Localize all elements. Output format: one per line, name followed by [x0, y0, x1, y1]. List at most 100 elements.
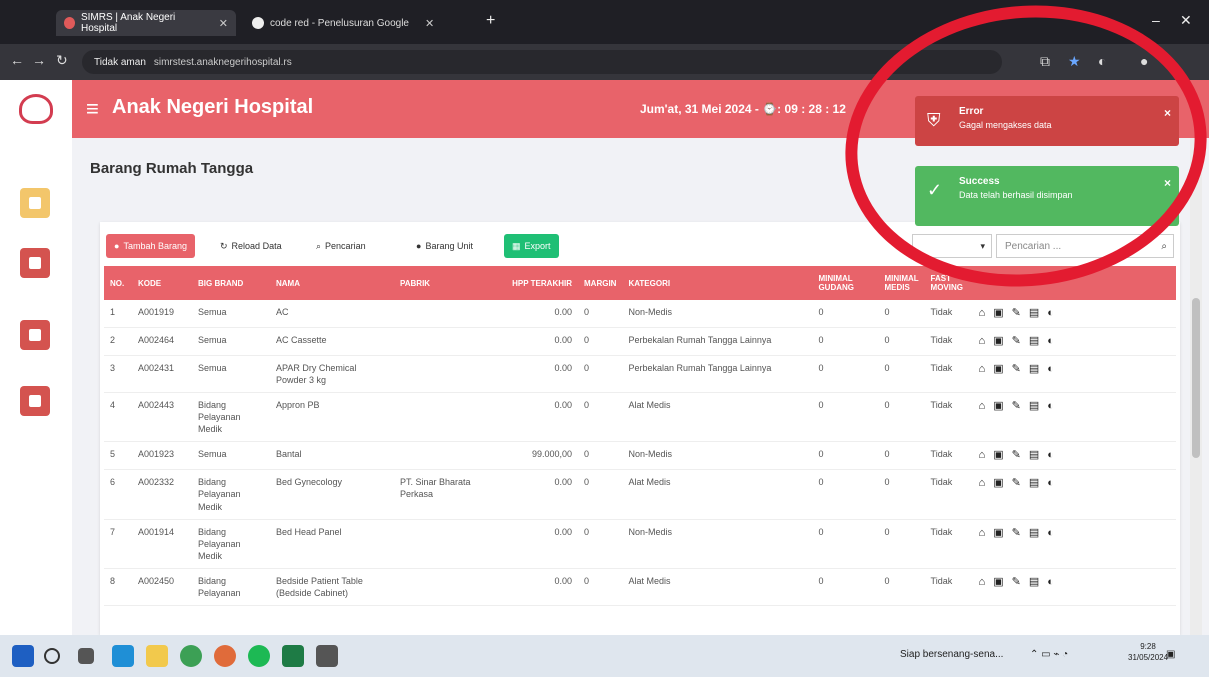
box-icon[interactable]: ▣ — [993, 334, 1003, 349]
table-row[interactable]: 3 A002431 Semua APAR Dry Chemical Powder 3 … — [104, 355, 1176, 393]
cell-nama: APAR Dry Chemical Powder 3 kg — [270, 355, 394, 393]
trash-icon[interactable]: ▤ — [1029, 526, 1039, 541]
item-unit-button[interactable]: ● Barang Unit — [408, 234, 481, 258]
home-icon[interactable]: ⌂ — [979, 399, 986, 414]
table-row[interactable]: 5 A001923 Semua Bantal 99.000,00 0 Non-Medis 0 0… — [104, 441, 1176, 471]
file-explorer-icon[interactable] — [146, 645, 168, 667]
heart-logo-icon — [19, 94, 53, 124]
search-icon[interactable] — [44, 648, 60, 664]
cell-fast-moving: Tidak — [924, 519, 973, 570]
taskbar-clock[interactable]: 9:28 31/05/2024 — [1128, 641, 1168, 663]
toggle-icon[interactable]: ◐ — [1047, 306, 1054, 321]
trash-icon[interactable]: ▤ — [1029, 575, 1039, 590]
edit-icon[interactable]: ✎ — [1012, 526, 1021, 541]
table-row[interactable]: 8 A002450 Bidang Pelayanan Bedside Patient … — [104, 568, 1176, 607]
circle-icon: ● — [416, 241, 422, 251]
menu-toggle-icon[interactable]: ≡ — [86, 96, 99, 122]
scrollbar-thumb[interactable] — [1192, 298, 1200, 458]
clinic-icon[interactable] — [20, 320, 50, 350]
add-item-button[interactable]: ● Tambah Barang — [106, 234, 195, 258]
warehouse-icon[interactable] — [20, 386, 50, 416]
forward-icon[interactable]: → — [32, 52, 46, 68]
cell-kode: A002450 — [132, 568, 192, 607]
start-icon[interactable] — [12, 645, 34, 667]
table-row[interactable]: 1 A001919 Semua AC 0.00 0 Non-Medis 0 0 Tidak ⌂ ▣ ✎ ▤… — [104, 300, 1176, 328]
cell-pabrik — [394, 441, 494, 471]
edit-icon[interactable]: ✎ — [1012, 575, 1021, 590]
trash-icon[interactable]: ▤ — [1029, 334, 1039, 349]
home-icon[interactable]: ⌂ — [979, 306, 986, 321]
box-icon[interactable]: ▣ — [993, 306, 1003, 321]
box-icon[interactable]: ▣ — [993, 448, 1003, 463]
close-window-icon[interactable]: ✕ — [1180, 12, 1192, 29]
home-icon[interactable]: ⌂ — [979, 362, 986, 377]
row-actions: ⌂ ▣ ✎ ▤ ◐ — [972, 300, 1176, 328]
address-bar[interactable]: Tidak aman simrstest.anaknegerihospital.… — [82, 50, 1002, 74]
home-icon[interactable]: ⌂ — [979, 448, 986, 463]
toggle-icon[interactable]: ◐ — [1047, 575, 1054, 590]
table-row[interactable]: 2 A002464 Semua AC Cassette 0.00 0 Perbekalan … — [104, 327, 1176, 356]
box-icon[interactable]: ▣ — [993, 362, 1003, 377]
notifications-icon[interactable]: ▣ — [1166, 649, 1175, 660]
trash-icon[interactable]: ▤ — [1029, 306, 1039, 321]
trash-icon[interactable]: ▤ — [1029, 362, 1039, 377]
home-icon[interactable]: ⌂ — [979, 575, 986, 590]
search-label: Pencarian — [325, 241, 366, 251]
table-row[interactable]: 7 A001914 Bidang Pelayanan Medik Bed Head P… — [104, 519, 1176, 570]
trash-icon[interactable]: ▤ — [1029, 476, 1039, 491]
edit-icon[interactable]: ✎ — [1012, 448, 1021, 463]
table-row[interactable]: 4 A002443 Bidang Pelayanan Medik Appron PB 0… — [104, 392, 1176, 443]
monitor-icon[interactable] — [20, 188, 50, 218]
toggle-icon[interactable]: ◐ — [1047, 448, 1054, 463]
box-icon[interactable]: ▣ — [993, 575, 1003, 590]
home-icon[interactable]: ⌂ — [979, 526, 986, 541]
reload-icon[interactable]: ↻ — [56, 52, 68, 69]
home-icon[interactable]: ⌂ — [979, 476, 986, 491]
toggle-icon[interactable]: ◐ — [1047, 526, 1054, 541]
cell-kategori: Non-Medis — [622, 300, 813, 328]
cell-brand: Bidang Pelayanan — [192, 568, 270, 607]
edge-icon[interactable] — [112, 645, 134, 667]
spotify-icon[interactable] — [248, 645, 270, 667]
minimize-icon[interactable]: – — [1152, 12, 1160, 28]
search-button[interactable]: ⌕ Pencarian — [308, 234, 374, 258]
box-icon[interactable]: ▣ — [993, 526, 1003, 541]
excel-icon[interactable] — [282, 645, 304, 667]
toggle-icon[interactable]: ◐ — [1047, 399, 1054, 414]
notification-text[interactable]: Siap bersenang-sena... — [900, 649, 1003, 660]
tray-icons[interactable]: ⌃ ▭ ⌁ ◔ — [1030, 649, 1068, 660]
reload-data-button[interactable]: ↻ Reload Data — [212, 234, 290, 258]
cell-pabrik — [394, 327, 494, 356]
page-scrollbar[interactable] — [1190, 138, 1202, 635]
edit-icon[interactable]: ✎ — [1012, 476, 1021, 491]
edit-icon[interactable]: ✎ — [1012, 306, 1021, 321]
toggle-icon[interactable]: ◐ — [1047, 476, 1054, 491]
cell-margin: 0 — [578, 469, 623, 520]
col-brand: BIG BRAND — [198, 278, 244, 288]
new-tab-icon[interactable]: + — [486, 12, 495, 30]
toggle-icon[interactable]: ◐ — [1047, 362, 1054, 377]
edit-icon[interactable]: ✎ — [1012, 334, 1021, 349]
chrome-icon[interactable] — [180, 645, 202, 667]
close-tab-icon[interactable]: ✕ — [219, 17, 228, 30]
task-view-icon[interactable] — [78, 648, 94, 664]
app-icon[interactable] — [214, 645, 236, 667]
notepad-icon[interactable] — [316, 645, 338, 667]
tab-google[interactable]: code red - Penelusuran Google ✕ — [244, 10, 474, 36]
edit-icon[interactable]: ✎ — [1012, 362, 1021, 377]
cell-nama: Bed Gynecology — [270, 469, 394, 520]
edit-icon[interactable]: ✎ — [1012, 399, 1021, 414]
hospital-building-icon[interactable] — [20, 248, 50, 278]
cell-pabrik — [394, 392, 494, 443]
toggle-icon[interactable]: ◐ — [1047, 334, 1054, 349]
close-tab-icon[interactable]: ✕ — [425, 17, 434, 30]
box-icon[interactable]: ▣ — [993, 476, 1003, 491]
trash-icon[interactable]: ▤ — [1029, 448, 1039, 463]
export-button[interactable]: ▦ Export — [504, 234, 559, 258]
back-icon[interactable]: ← — [10, 52, 24, 68]
home-icon[interactable]: ⌂ — [979, 334, 986, 349]
trash-icon[interactable]: ▤ — [1029, 399, 1039, 414]
tab-simrs[interactable]: SIMRS | Anak Negeri Hospital ✕ — [56, 10, 236, 36]
table-row[interactable]: 6 A002332 Bidang Pelayanan Medik Bed Gyneco… — [104, 469, 1176, 520]
box-icon[interactable]: ▣ — [993, 399, 1003, 414]
